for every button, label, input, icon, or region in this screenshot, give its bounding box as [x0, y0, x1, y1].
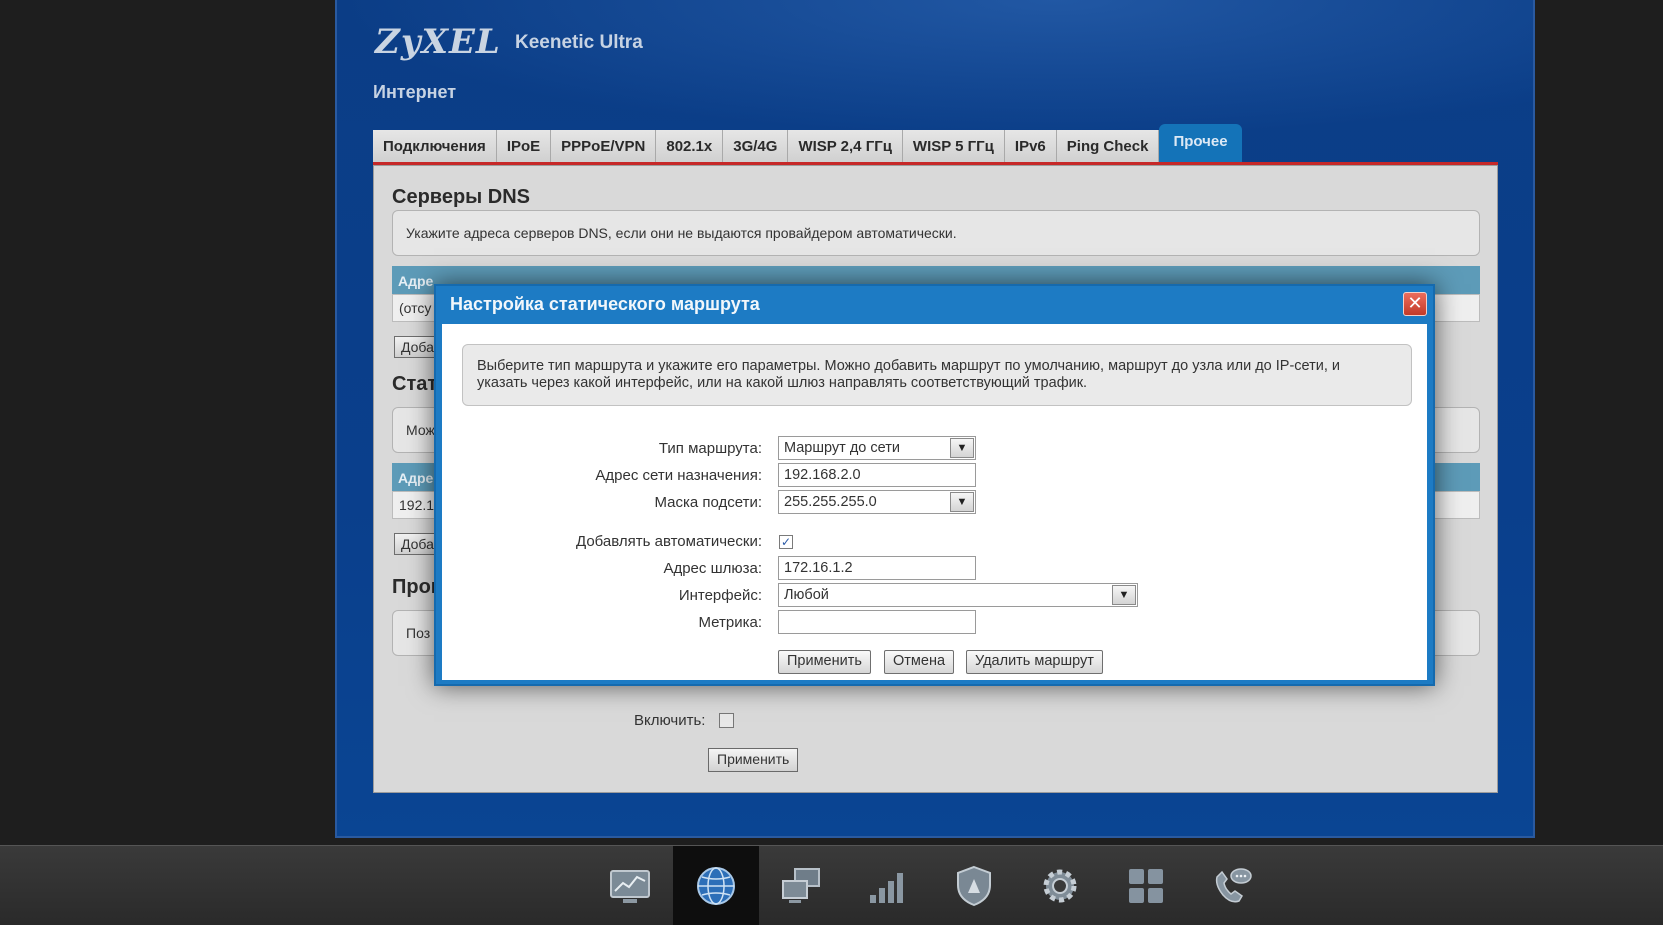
page-title: Интернет [373, 82, 457, 102]
dialog-title: Настройка статического маршрута [450, 294, 760, 314]
routes-section-title: Стат [392, 373, 438, 395]
signal-bars-icon [870, 873, 903, 903]
dock-internet[interactable] [673, 846, 759, 925]
tab-8021x[interactable]: 802.1x [656, 130, 724, 164]
chevron-down-icon[interactable]: ▼ [950, 492, 974, 512]
tab-other[interactable]: Прочее [1159, 124, 1242, 162]
gear-icon [1043, 869, 1077, 903]
dns-info: Укажите адреса серверов DNS, если они не… [392, 210, 1480, 256]
dock-home-network[interactable] [759, 846, 845, 925]
dock-phone[interactable] [1189, 846, 1275, 925]
gateway-label: Адрес шлюза: [663, 560, 762, 577]
globe-icon [697, 867, 735, 905]
tab-wisp-5[interactable]: WISP 5 ГГц [902, 130, 1005, 164]
subnet-mask-value: 255.255.255.0 [784, 494, 877, 510]
dialog-info-line-1: Выберите тип маршрута и укажите его пара… [477, 358, 1341, 374]
interface-label: Интерфейс: [678, 587, 762, 604]
tab-ipv6[interactable]: IPv6 [1004, 130, 1057, 164]
monitor-chart-icon [610, 870, 650, 903]
dock-security[interactable] [931, 846, 1017, 925]
metric-input[interactable] [778, 610, 976, 634]
panel-apply-button[interactable]: Применить [708, 748, 799, 772]
subnet-mask-select[interactable]: 255.255.255.0 ▼ [778, 490, 976, 514]
apply-button[interactable]: Применить [778, 650, 871, 674]
dialog-info: Выберите тип маршрута и укажите его пара… [462, 344, 1412, 406]
network-computers-icon [782, 868, 820, 903]
phone-chat-icon [1215, 868, 1252, 903]
dock-monitor[interactable] [587, 846, 673, 925]
dock-wifi[interactable] [845, 846, 931, 925]
subnet-mask-label: Маска подсети: [654, 494, 762, 511]
dialog-body: Выберите тип маршрута и укажите его пара… [442, 324, 1427, 680]
auto-add-label: Добавлять автоматически: [576, 533, 762, 550]
interface-value: Любой [784, 587, 829, 603]
interface-select[interactable]: Любой ▼ [778, 583, 1138, 607]
chevron-down-icon[interactable]: ▼ [1112, 585, 1136, 605]
shield-icon [957, 865, 991, 907]
close-icon[interactable]: ✕ [1403, 292, 1427, 316]
bottom-dock [0, 845, 1663, 925]
tab-3g-4g[interactable]: 3G/4G [723, 130, 789, 164]
tab-ipoe[interactable]: IPoE [496, 130, 552, 164]
cancel-button[interactable]: Отмена [884, 650, 955, 674]
route-type-select[interactable]: Маршрут до сети ▼ [778, 436, 976, 460]
brand-logo: ZyXEL [375, 22, 501, 62]
dialog-info-line-2: указать через какой интерфейс, или на ка… [477, 375, 1088, 391]
tab-connections[interactable]: Подключения [373, 130, 497, 164]
route-type-label: Тип маршрута: [658, 440, 762, 457]
metric-label: Метрика: [698, 614, 762, 631]
dest-network-input[interactable]: 192.168.2.0 [778, 463, 976, 487]
dest-network-label: Адрес сети назначения: [595, 467, 762, 484]
gateway-input[interactable]: 172.16.1.2 [778, 556, 976, 580]
tab-ping-check[interactable]: Ping Check [1056, 130, 1160, 164]
chevron-down-icon[interactable]: ▼ [950, 438, 974, 458]
dns-section-title: Серверы DNS [392, 186, 531, 208]
dock-system[interactable] [1017, 846, 1103, 925]
model-name: Keenetic Ultra [515, 32, 643, 53]
tab-bar: Подключения IPoE PPPoE/VPN 802.1x 3G/4G … [373, 124, 1242, 164]
route-type-value: Маршрут до сети [784, 440, 900, 456]
enable-label: Включить: [634, 712, 706, 729]
tab-wisp-24[interactable]: WISP 2,4 ГГц [788, 130, 903, 164]
header-glow [337, 0, 1533, 140]
apps-grid-icon [1129, 869, 1163, 903]
router-admin-screen: ZyXEL Keenetic Ultra Интернет Подключени… [0, 0, 1663, 925]
auto-add-checkbox[interactable]: ✓ [779, 535, 793, 549]
enable-checkbox[interactable] [719, 713, 734, 728]
delete-route-button[interactable]: Удалить маршрут [966, 650, 1103, 674]
static-route-dialog: Настройка статического маршрута ✕ Выбери… [434, 284, 1435, 686]
dock-apps[interactable] [1103, 846, 1189, 925]
proxy-section-title: Прог [392, 576, 440, 598]
tab-pppoe-vpn[interactable]: PPPoE/VPN [551, 130, 657, 164]
